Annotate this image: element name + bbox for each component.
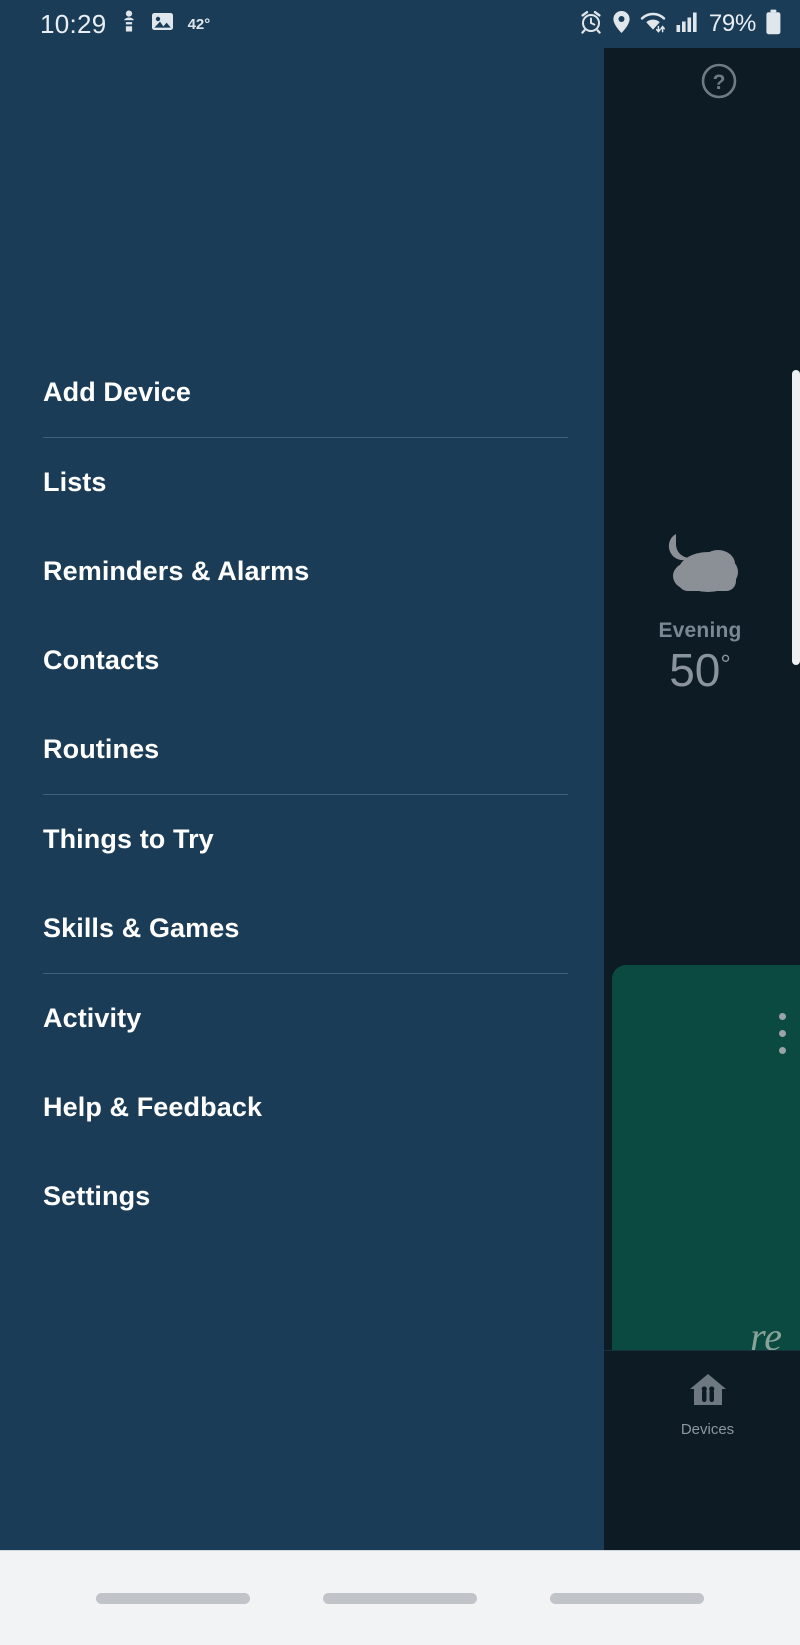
menu-item-label: Contacts xyxy=(43,645,160,675)
menu-item-label: Activity xyxy=(43,1003,142,1033)
menu-item-routines[interactable]: Routines xyxy=(0,705,604,794)
weather-period-label: Evening xyxy=(658,619,742,642)
battery-percent-label: 79% xyxy=(708,10,756,37)
menu-item-activity[interactable]: Activity xyxy=(0,974,604,1063)
nav-tab-devices[interactable]: Devices xyxy=(615,1369,800,1438)
body-sensor-icon xyxy=(120,10,138,39)
status-temperature: 42° xyxy=(187,15,211,33)
weather-temp-value: 50 xyxy=(669,644,721,696)
weather-temperature: 50° xyxy=(600,647,800,693)
menu-item-help-feedback[interactable]: Help & Feedback xyxy=(0,1063,604,1152)
status-bar: 10:29 42° 79% xyxy=(0,0,800,48)
menu-item-contacts[interactable]: Contacts xyxy=(0,616,604,705)
menu-item-reminders-alarms[interactable]: Reminders & Alarms xyxy=(0,527,604,616)
recents-button[interactable] xyxy=(96,1592,251,1604)
help-icon[interactable]: ? xyxy=(700,62,738,100)
system-gesture-bar xyxy=(0,1550,800,1645)
weather-widget[interactable]: Evening 50° xyxy=(600,525,800,693)
menu-item-settings[interactable]: Settings xyxy=(0,1152,604,1241)
menu-item-label: Reminders & Alarms xyxy=(43,556,310,586)
nav-tab-label: Devices xyxy=(680,1420,735,1438)
menu-item-label: Lists xyxy=(43,467,107,497)
menu-item-things-to-try[interactable]: Things to Try xyxy=(0,795,604,884)
drawer-menu-list: Add Device Lists Reminders & Alarms Cont… xyxy=(0,348,604,1241)
menu-item-label: Add Device xyxy=(43,377,192,407)
svg-text:?: ? xyxy=(713,71,726,94)
alarm-icon xyxy=(579,10,603,39)
back-button[interactable] xyxy=(549,1592,704,1604)
moon-behind-cloud-icon xyxy=(600,525,800,605)
status-clock: 10:29 xyxy=(40,8,107,39)
menu-item-label: Settings xyxy=(43,1181,151,1211)
wifi-icon xyxy=(640,10,667,39)
menu-item-skills-games[interactable]: Skills & Games xyxy=(0,884,604,973)
menu-item-add-device[interactable]: Add Device xyxy=(0,348,604,437)
status-bar-right: 79% xyxy=(579,9,782,40)
cellular-signal-icon xyxy=(676,11,700,38)
home-button[interactable] xyxy=(322,1592,477,1604)
menu-item-lists[interactable]: Lists xyxy=(0,438,604,527)
menu-item-label: Routines xyxy=(43,734,160,764)
image-icon xyxy=(151,10,174,38)
status-bar-left: 10:29 42° xyxy=(40,9,210,40)
phone-screen: ? Evening 50° re Devices Add Device List… xyxy=(0,0,800,1645)
menu-item-label: Help & Feedback xyxy=(43,1092,263,1122)
battery-icon xyxy=(765,9,782,40)
menu-item-label: Things to Try xyxy=(43,824,214,854)
location-pin-icon xyxy=(612,10,631,39)
more-vertical-icon[interactable] xyxy=(779,1013,786,1054)
navigation-drawer: Add Device Lists Reminders & Alarms Cont… xyxy=(0,0,604,1550)
menu-item-label: Skills & Games xyxy=(43,913,240,943)
devices-home-icon xyxy=(686,1369,730,1414)
degree-symbol: ° xyxy=(720,649,731,679)
